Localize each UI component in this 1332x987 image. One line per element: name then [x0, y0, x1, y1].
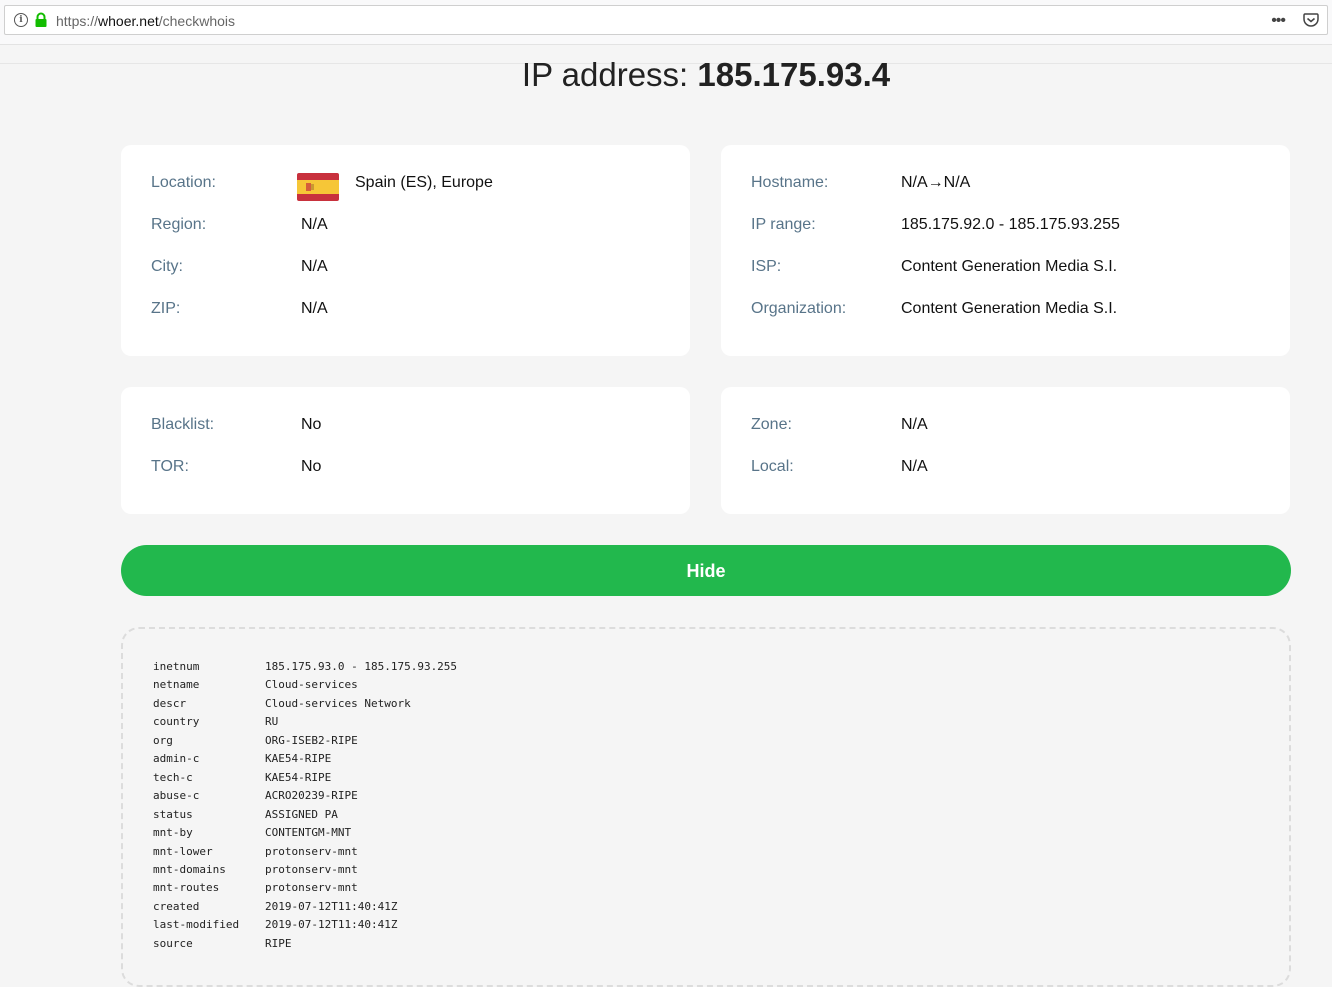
whois-line: last-modified 2019-07-12T11:40:41Z — [153, 918, 397, 931]
whois-key: mnt-routes — [153, 881, 220, 895]
whois-line: abuse-c ACRO20239-RIPE — [153, 789, 358, 802]
zip-value: N/A — [301, 300, 328, 317]
whois-line: mnt-by CONTENTGM-MNT — [153, 826, 351, 839]
whois-key: inetnum — [153, 660, 200, 673]
whois-value: 2019-07-12T11:40:41Z — [265, 899, 398, 913]
ip-address-value: 185.175.93.4 — [697, 56, 891, 93]
whois-key: mnt-domains — [153, 862, 226, 876]
zone-value: N/A — [901, 416, 928, 433]
whois-line: created 2019-07-12T11:40:41Z — [153, 900, 397, 913]
whois-key: status — [153, 807, 193, 821]
info-icon[interactable]: i — [14, 13, 28, 27]
location-value: Spain (ES), Europe — [355, 174, 493, 191]
hostname-value: N/A→N/A — [901, 174, 971, 191]
whois-value: CONTENTGM-MNT — [265, 826, 352, 840]
whois-value: RIPE — [265, 936, 292, 950]
whois-key: abuse-c — [153, 789, 200, 803]
whois-key: descr — [153, 696, 187, 710]
url-scheme: https:// — [56, 13, 99, 29]
organization-value: Content Generation Media S.I. — [901, 300, 1118, 317]
whois-value: protonserv-mnt — [265, 881, 358, 895]
zone-card — [721, 387, 1290, 514]
whois-value: KAE54-RIPE — [265, 770, 332, 784]
whois-line: source RIPE — [153, 937, 292, 950]
whois-line: inetnum 185.175.93.0 - 185.175.93.255 — [153, 660, 457, 673]
location-label: Location: — [151, 174, 216, 191]
whois-value: KAE54-RIPE — [265, 752, 332, 766]
page-title: IP address: 185.175.93.4 — [0, 56, 1332, 94]
whois-key: created — [153, 899, 200, 913]
address-bar[interactable]: i https://whoer.net/checkwhois ••• — [4, 5, 1328, 35]
organization-label: Organization: — [751, 300, 847, 317]
url-text: https://whoer.net/checkwhois — [56, 13, 235, 29]
whois-line: mnt-routes protonserv-mnt — [153, 881, 358, 894]
whois-line: tech-c KAE54-RIPE — [153, 771, 331, 784]
blacklist-card — [121, 387, 690, 514]
local-label: Local: — [751, 458, 794, 475]
city-value: N/A — [301, 258, 328, 275]
blacklist-label: Blacklist: — [151, 416, 215, 433]
whois-value: RU — [265, 715, 279, 729]
tor-label: TOR: — [151, 458, 189, 475]
whois-line: netname Cloud-services — [153, 678, 358, 691]
tor-value: No — [301, 458, 322, 475]
whois-value: ORG-ISEB2-RIPE — [265, 733, 358, 747]
whois-value: ACRO20239-RIPE — [265, 789, 358, 803]
whois-line: org ORG-ISEB2-RIPE — [153, 734, 358, 747]
lock-icon[interactable] — [34, 12, 48, 28]
zone-label: Zone: — [751, 416, 792, 433]
whois-key: mnt-lower — [153, 844, 213, 858]
region-value: N/A — [301, 216, 328, 233]
blacklist-value: No — [301, 416, 322, 433]
whois-value: protonserv-mnt — [265, 862, 358, 876]
url-host: whoer.net — [98, 13, 159, 29]
url-path: /checkwhois — [158, 13, 236, 29]
whois-value: 185.175.93.0 - 185.175.93.255 — [265, 660, 458, 673]
whois-line: admin-c KAE54-RIPE — [153, 752, 331, 765]
browser-toolbar: i https://whoer.net/checkwhois ••• — [0, 0, 1332, 45]
pocket-icon[interactable] — [1303, 12, 1319, 28]
whois-value: ASSIGNED PA — [265, 807, 338, 821]
whois-line: mnt-domains protonserv-mnt — [153, 863, 358, 876]
local-value: N/A — [901, 458, 928, 475]
whois-key: netname — [153, 678, 200, 692]
zip-label: ZIP: — [151, 300, 181, 317]
isp-label: ISP: — [751, 258, 782, 275]
spain-flag-icon — [297, 173, 339, 201]
city-label: City: — [151, 258, 183, 275]
whois-key: org — [153, 733, 173, 747]
isp-value: Content Generation Media S.I. — [901, 258, 1118, 275]
whois-key: last-modified — [153, 918, 240, 932]
whois-line: mnt-lower protonserv-mnt — [153, 845, 358, 858]
whois-value: 2019-07-12T11:40:41Z — [265, 918, 398, 932]
whois-key: tech-c — [153, 770, 193, 784]
page-actions-icon[interactable]: ••• — [1271, 12, 1286, 30]
whois-value: Cloud-services Network — [265, 696, 411, 710]
region-label: Region: — [151, 216, 207, 233]
whois-value: Cloud-services — [265, 678, 358, 692]
ip-range-value: 185.175.92.0 - 185.175.93.255 — [901, 216, 1120, 233]
ip-range-label: IP range: — [751, 216, 816, 233]
whois-value: protonserv-mnt — [265, 844, 358, 858]
title-prefix: IP address: — [521, 56, 698, 93]
whois-key: source — [153, 936, 193, 950]
whois-key: mnt-by — [153, 826, 193, 840]
hostname-label: Hostname: — [751, 174, 829, 191]
whois-line: status ASSIGNED PA — [153, 808, 338, 821]
hide-button[interactable]: Hide — [121, 545, 1291, 596]
whois-line: descr Cloud-services Network — [153, 697, 411, 710]
whois-line: country RU — [153, 715, 278, 728]
whois-key: admin-c — [153, 752, 200, 766]
whois-key: country — [153, 715, 200, 729]
